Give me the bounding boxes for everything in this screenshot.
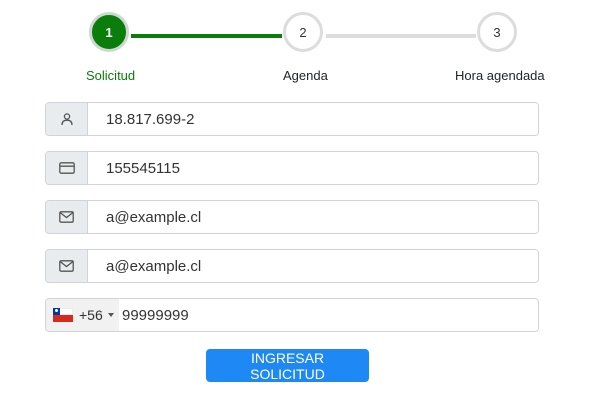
step-3-number: 3 — [493, 24, 501, 40]
envelope-icon — [46, 250, 88, 282]
step-2-circle: 2 — [283, 12, 323, 52]
user-icon — [46, 103, 88, 135]
dial-code: +56 — [79, 307, 103, 323]
country-code-selector[interactable]: +56 — [46, 299, 119, 331]
step-2-label: Agenda — [283, 68, 328, 83]
phone-input[interactable] — [119, 299, 538, 331]
request-form: +56 — [45, 102, 539, 347]
step-1-label: Solicitud — [86, 68, 136, 83]
email-input[interactable] — [88, 201, 538, 233]
step-1-number: 1 — [105, 24, 113, 40]
submit-request-button[interactable]: INGRESAR SOLICITUD — [206, 349, 369, 382]
step-3-circle: 3 — [477, 12, 517, 52]
rut-input-group — [45, 102, 539, 136]
document-number-input[interactable] — [88, 152, 538, 184]
email-confirm-input-group — [45, 249, 539, 283]
email-input-group — [45, 200, 539, 234]
step-1-circle: 1 — [89, 12, 129, 52]
credit-card-icon — [46, 152, 88, 184]
progress-stepper: 1 2 3 Solicitud Agenda Hora agendada — [0, 0, 592, 92]
caret-down-icon — [107, 313, 114, 317]
phone-input-group: +56 — [45, 298, 539, 332]
email-confirm-input[interactable] — [88, 250, 538, 282]
step-3-label: Hora agendada — [455, 68, 545, 83]
document-input-group — [45, 151, 539, 185]
rut-input[interactable] — [88, 103, 538, 135]
step-2-number: 2 — [299, 24, 307, 40]
step-connector-1 — [131, 34, 282, 38]
step-connector-2 — [326, 34, 476, 38]
envelope-icon — [46, 201, 88, 233]
chile-flag-icon — [53, 308, 73, 322]
